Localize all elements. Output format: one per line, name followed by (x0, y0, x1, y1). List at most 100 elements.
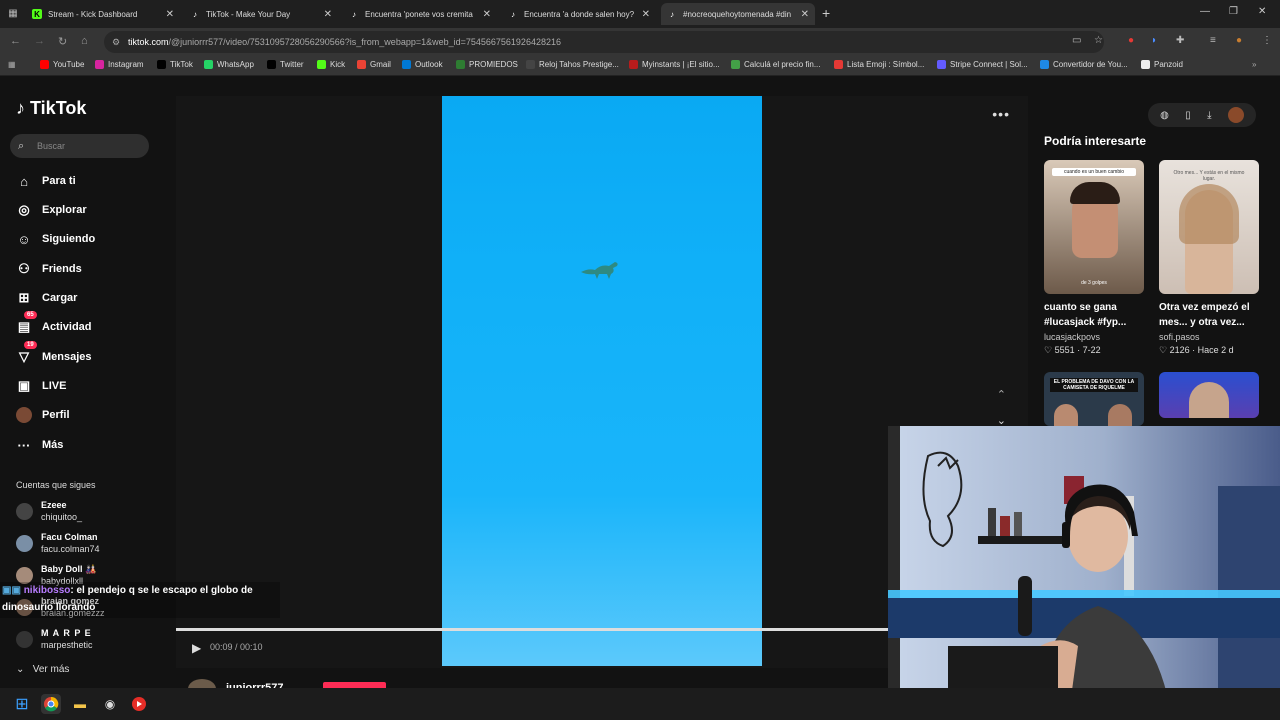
suggestion-card[interactable] (1159, 372, 1259, 418)
bookmark-tiktok[interactable]: TikTok (157, 60, 193, 69)
video-thumbnail[interactable]: cuando es un buen cambio de 3 golpes (1044, 160, 1144, 294)
bookmark-calcula[interactable]: Calculá el precio fin... (731, 60, 820, 69)
device-icon[interactable]: ▯ (1185, 110, 1191, 121)
author-avatar[interactable] (188, 679, 216, 688)
bookmark-whatsapp[interactable]: WhatsApp (204, 60, 254, 69)
tab-kick-dashboard[interactable]: K Stream - Kick Dashboard ✕ (26, 3, 180, 25)
nav-siguiendo[interactable]: ☺ Siguiendo (16, 231, 95, 247)
play-icon[interactable]: ▶ (192, 641, 201, 655)
bookmark-emoji[interactable]: Lista Emoji : Símbol... (834, 60, 924, 69)
heart-icon: ♡ (1044, 345, 1053, 355)
windows-taskbar: ⊞ ▬ ◉ (0, 688, 1280, 720)
tab-active-video[interactable]: ♪ #nocreoquehoytomenada #din ✕ (661, 3, 815, 25)
reload-icon[interactable]: ↻ (58, 35, 67, 48)
nav-mas[interactable]: ··· Más (16, 437, 64, 453)
video-thumbnail[interactable] (1159, 372, 1259, 418)
search-input[interactable]: ⌕ Buscar (10, 134, 149, 158)
bookmark-star-icon[interactable]: ☆ (1094, 35, 1103, 46)
live-icon: ▣ (17, 378, 31, 393)
tab-encuentra-salen[interactable]: ♪ Encuentra 'a donde salen hoy? ✕ (502, 3, 656, 25)
nav-friends[interactable]: ⚇ Friends (16, 261, 82, 277)
extension-record-icon[interactable]: ● (1128, 35, 1134, 46)
tab-encuentra-cremita[interactable]: ♪ Encuentra 'ponete vos cremita ✕ (343, 3, 497, 25)
nav-perfil[interactable]: Perfil (16, 407, 70, 423)
bookmark-twitter[interactable]: Twitter (267, 60, 304, 69)
suggestion-card[interactable]: EL PROBLEMA DE DAVO CON LA CAMISETA DE R… (1044, 372, 1144, 426)
obs-icon[interactable]: ◉ (100, 694, 120, 714)
bookmark-stripe[interactable]: Stripe Connect | Sol... (937, 60, 1028, 69)
windows-icon[interactable]: ⊞ (12, 694, 32, 714)
suggestion-card[interactable]: cuando es un buen cambio de 3 golpes cua… (1044, 160, 1144, 356)
bookmark-youtube[interactable]: YouTube (40, 60, 84, 69)
video-thumbnail[interactable]: EL PROBLEMA DE DAVO CON LA CAMISETA DE R… (1044, 372, 1144, 426)
bookmark-instagram[interactable]: Instagram (95, 60, 144, 69)
suggestion-card[interactable]: Otro mes... Y estás en el mismo lugar. O… (1159, 160, 1259, 356)
close-tab-icon[interactable]: ✕ (324, 9, 332, 20)
tiktok-icon: ♪ (511, 9, 515, 19)
home-icon[interactable]: ⌂ (81, 35, 88, 47)
site-info-icon[interactable]: ⚙ (112, 31, 120, 53)
twitter-icon (267, 60, 276, 69)
new-tab-button[interactable]: + (822, 5, 830, 21)
close-tab-icon[interactable]: ✕ (801, 9, 809, 20)
apps-grid-icon[interactable]: ▦ (8, 60, 16, 69)
close-tab-icon[interactable]: ✕ (483, 9, 491, 20)
nav-cargar[interactable]: ⊞ Cargar (16, 290, 78, 306)
download-icon[interactable]: ⤓ (1207, 110, 1211, 121)
account-item[interactable]: M A R P Emarpesthetic (16, 628, 156, 654)
video-progress-fill (176, 628, 943, 631)
cast-icon[interactable]: ▭ (1072, 35, 1081, 46)
back-icon[interactable]: ← (10, 35, 21, 47)
close-tab-icon[interactable]: ✕ (642, 9, 650, 20)
avatar[interactable] (1227, 107, 1244, 123)
minimize-icon[interactable]: — (1200, 6, 1210, 17)
tiktok-icon: ♪ (352, 9, 356, 19)
bookmark-kick[interactable]: Kick (317, 60, 345, 69)
file-explorer-icon[interactable]: ▬ (70, 694, 90, 714)
account-item[interactable]: Facu Colman facu.colman74 (16, 532, 156, 558)
bookmark-panzoid[interactable]: Panzoid (1141, 60, 1183, 69)
youtube-icon[interactable] (129, 694, 149, 714)
tab-tiktok-home[interactable]: ♪ TikTok - Make Your Day ✕ (184, 3, 338, 25)
previous-video-icon[interactable]: ⌃ (997, 388, 1006, 401)
account-item[interactable]: Ezeee chiquitoo_ (16, 500, 156, 526)
dinosaur-balloon (581, 262, 618, 279)
profile-avatar-icon[interactable]: ● (1236, 35, 1242, 46)
more-bookmarks-icon[interactable]: » (1252, 60, 1256, 69)
bookmark-myinstants[interactable]: Myinstants | ¡El sitio... (629, 60, 720, 69)
youtube-icon (40, 60, 49, 69)
video-thumbnail[interactable]: Otro mes... Y estás en el mismo lugar. (1159, 160, 1259, 294)
see-more-link[interactable]: ⌄ Ver más (16, 664, 69, 675)
close-window-icon[interactable]: ✕ (1258, 6, 1266, 17)
bookmark-gmail[interactable]: Gmail (357, 60, 391, 69)
restore-icon[interactable]: ❐ (1229, 6, 1238, 17)
bookmark-outlook[interactable]: Outlook (402, 60, 443, 69)
tiktok-icon: ♪ (193, 9, 197, 19)
nav-mensajes[interactable]: ▽ 19 Mensajes (16, 341, 92, 365)
chrome-icon[interactable] (41, 694, 61, 714)
nav-actividad[interactable]: ▤ 65 Actividad (16, 311, 92, 335)
close-tab-icon[interactable]: ✕ (166, 9, 174, 20)
bookmark-convertidor[interactable]: Convertidor de You... (1040, 60, 1128, 69)
extensions-icon[interactable]: ✚ (1176, 35, 1184, 46)
bookmark-reloj[interactable]: Reloj Tahos Prestige... (526, 60, 619, 69)
forward-icon[interactable]: → (34, 35, 45, 47)
home-icon: ⌂ (20, 173, 28, 189)
url-bar[interactable]: ⚙ tiktok.com/@juniorrr577/video/75310957… (104, 31, 1104, 53)
extension-audio-icon[interactable]: ◗ (1151, 35, 1157, 46)
nav-live[interactable]: ▣ LIVE (16, 378, 67, 394)
following-header: Cuentas que sigues (16, 480, 96, 490)
video-frame[interactable] (442, 96, 762, 666)
reading-list-icon[interactable]: ≡ (1210, 35, 1216, 46)
suggestions-title: Podría interesarte (1044, 134, 1147, 148)
bookmark-promiedos[interactable]: PROMIEDOS (456, 60, 518, 69)
messages-icon: ▽ 19 (16, 341, 37, 365)
coins-icon[interactable]: ◍ (1160, 110, 1169, 121)
tab-search-icon[interactable]: ▦ (4, 6, 22, 22)
tiktok-logo[interactable]: ♪ TikTok (16, 98, 86, 119)
video-options-icon[interactable]: ••• (992, 106, 1010, 122)
nav-para-ti[interactable]: ⌂ Para ti (16, 173, 76, 189)
nav-explorar[interactable]: ◎ Explorar (16, 202, 86, 218)
browser-menu-icon[interactable]: ⋮ (1262, 35, 1272, 46)
stream-chat-message: ▣▣ nikibosso: el pendejo q se le escapo … (0, 582, 280, 618)
